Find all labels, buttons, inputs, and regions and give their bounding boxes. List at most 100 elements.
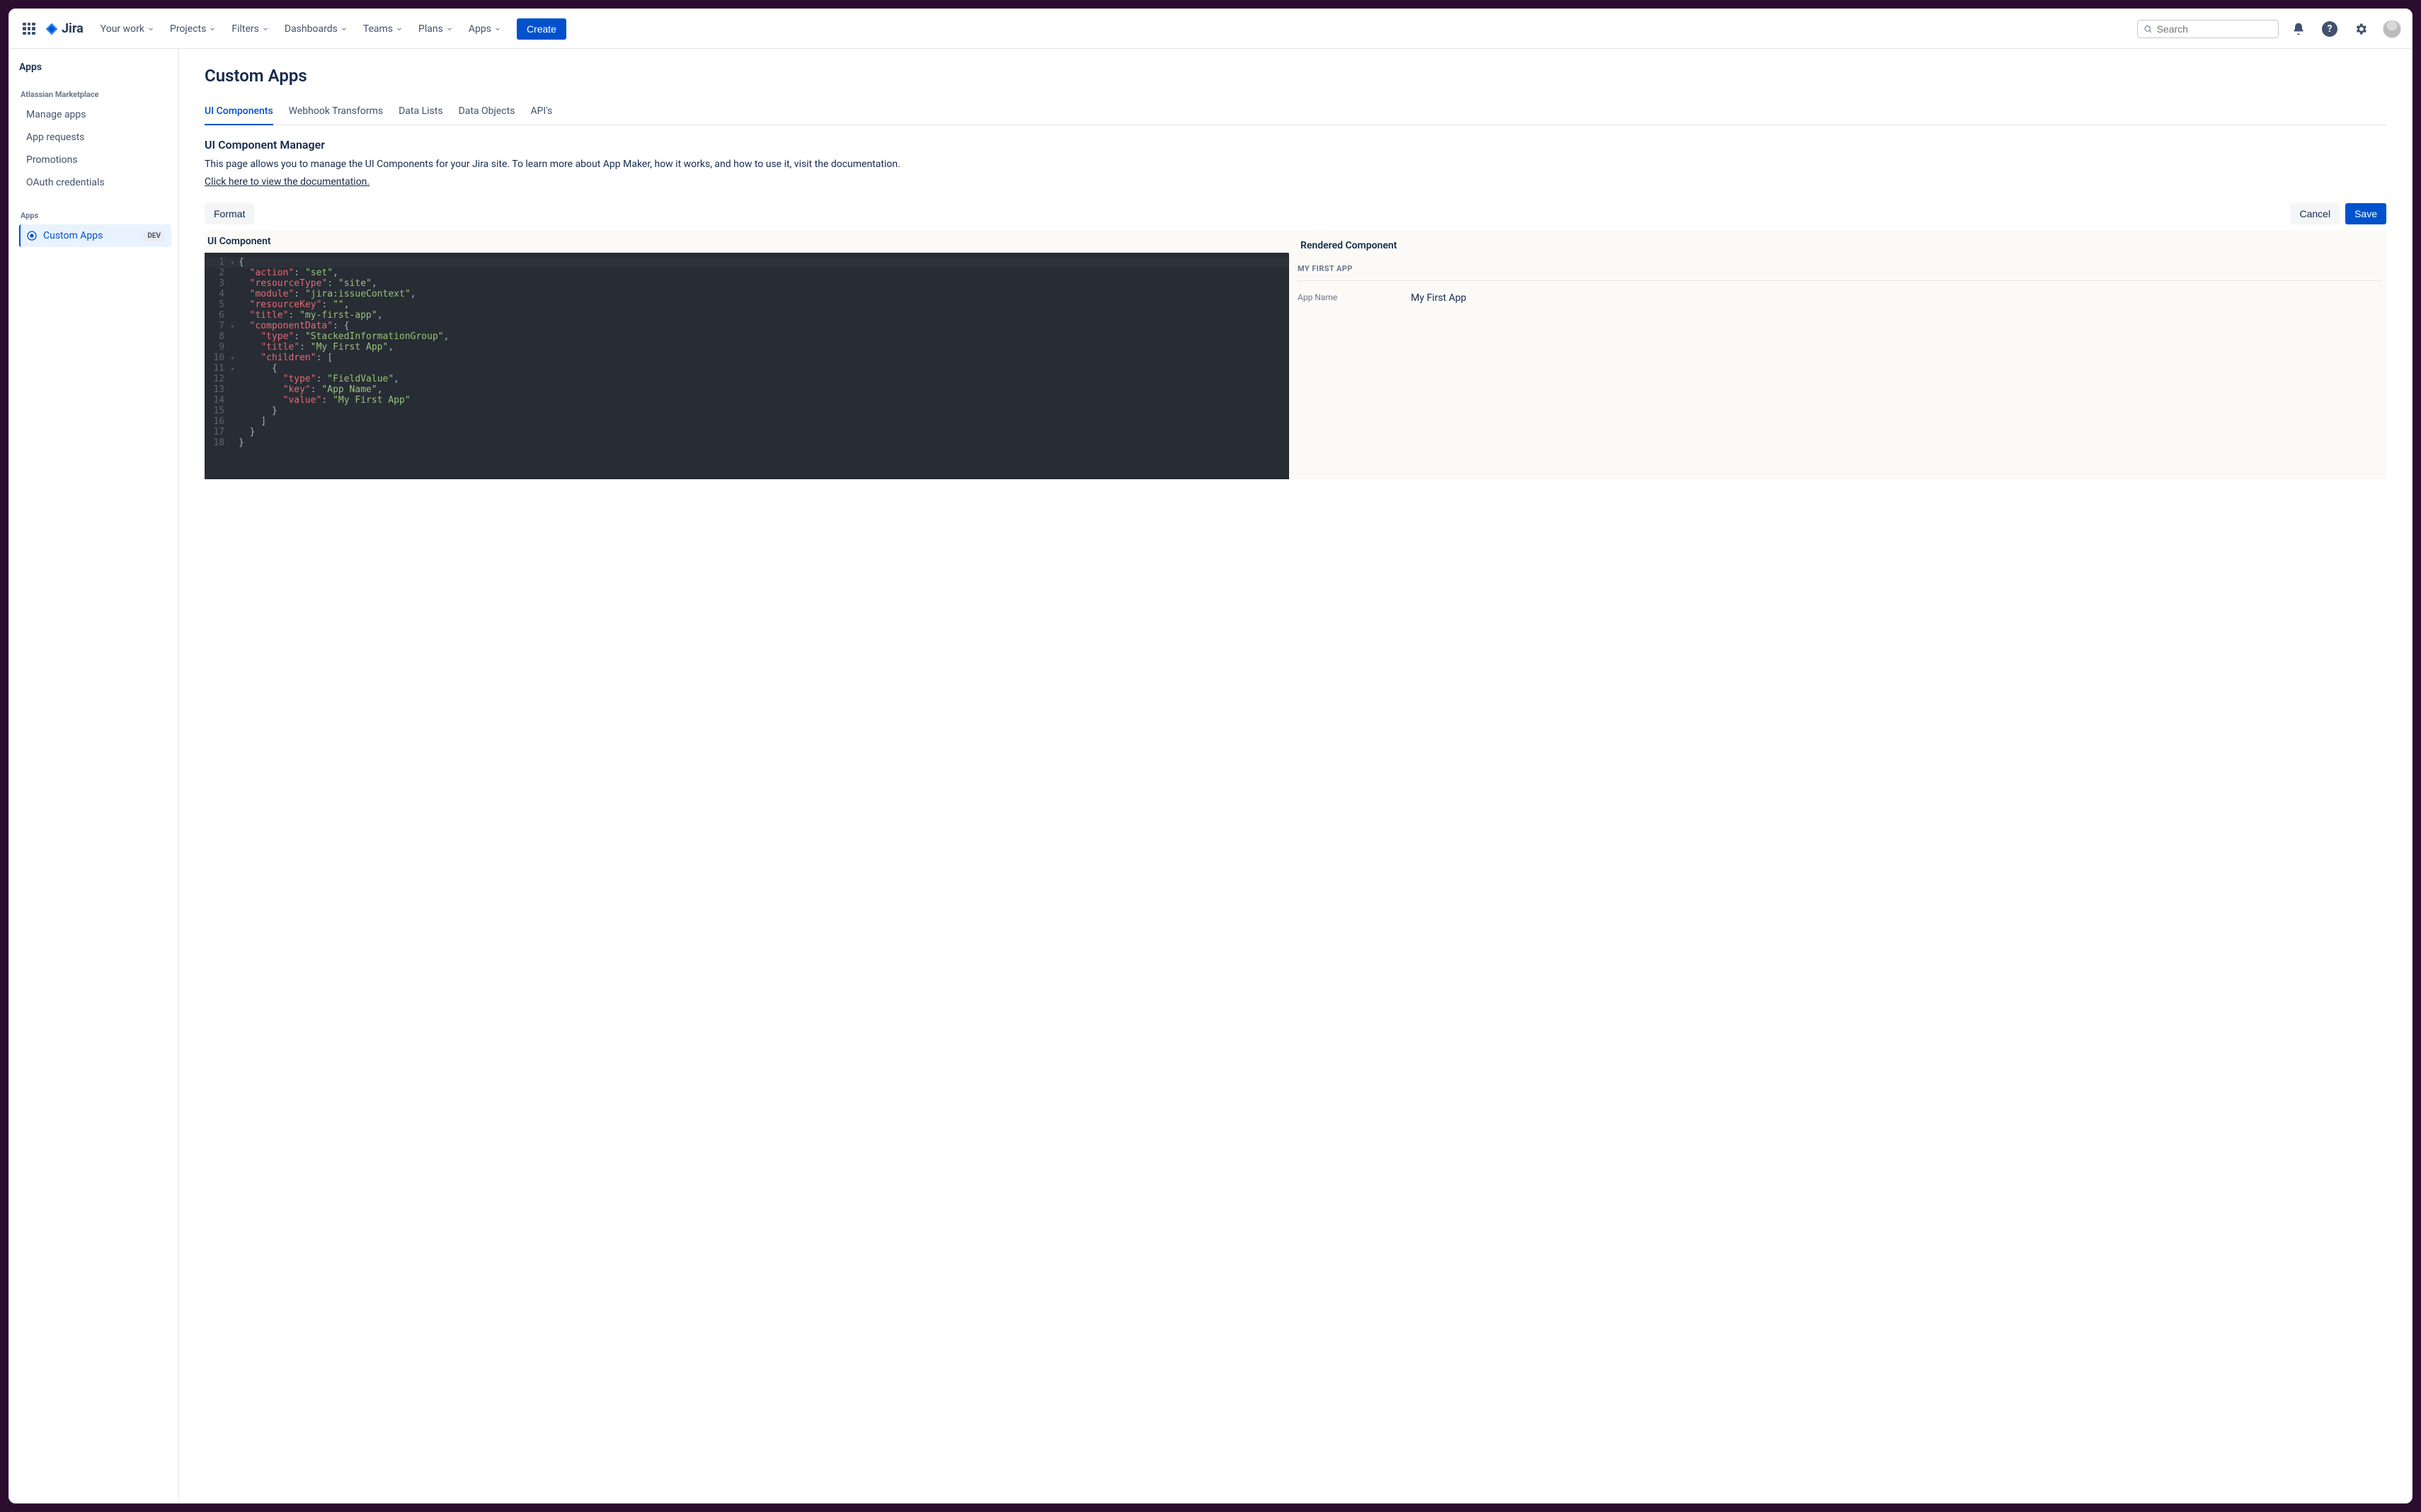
code-content: "componentData": {	[229, 321, 350, 331]
line-number: 14	[205, 395, 229, 406]
line-number: 7▾	[205, 321, 229, 331]
sidebar-item-promotions[interactable]: Promotions	[19, 149, 171, 171]
code-content: "resourceKey": "",	[229, 299, 350, 310]
tab-bar: UI Components Webhook Transforms Data List…	[205, 100, 2386, 125]
code-line[interactable]: 9 "title": "My First App",	[205, 342, 1289, 353]
sidebar-item-label: Custom Apps	[43, 230, 103, 241]
fold-icon[interactable]: ▾	[231, 323, 234, 331]
nav-item-label: Filters	[231, 23, 259, 35]
code-line[interactable]: 2 "action": "set",	[205, 268, 1289, 278]
app-switcher-icon[interactable]	[18, 18, 40, 40]
code-content: {	[229, 363, 277, 374]
code-line[interactable]: 5 "resourceKey": "",	[205, 299, 1289, 310]
rendered-field-row: App NameMy First App	[1298, 281, 2382, 315]
nav-item-filters[interactable]: Filters	[224, 19, 276, 39]
line-number: 15	[205, 406, 229, 416]
nav-item-label: Projects	[170, 23, 206, 35]
code-editor[interactable]: 1▾{2 "action": "set",3 "resourceType": "…	[205, 253, 1289, 479]
tab-webhook-transforms[interactable]: Webhook Transforms	[289, 100, 383, 125]
nav-item-your-work[interactable]: Your work	[93, 19, 161, 39]
nav-item-dashboards[interactable]: Dashboards	[277, 19, 355, 39]
chevron-down-icon	[494, 25, 501, 33]
code-line[interactable]: 6 "title": "my-first-app",	[205, 310, 1289, 321]
cancel-button[interactable]: Cancel	[2290, 203, 2340, 224]
search-input[interactable]	[2157, 23, 2272, 35]
line-number: 6	[205, 310, 229, 321]
editor-toolbar: Format Cancel Save	[205, 203, 2386, 224]
code-line[interactable]: 15 }	[205, 406, 1289, 416]
code-line[interactable]: 3 "resourceType": "site",	[205, 278, 1289, 289]
nav-item-label: Teams	[363, 23, 393, 35]
code-content: ]	[229, 416, 266, 427]
code-content: "type": "StackedInformationGroup",	[229, 331, 449, 342]
line-number: 1▾	[205, 257, 229, 268]
code-content: }	[229, 406, 277, 416]
code-content: "key": "App Name",	[229, 384, 383, 395]
nav-item-label: Apps	[469, 23, 491, 35]
code-line[interactable]: 18}	[205, 437, 1289, 448]
code-line[interactable]: 1▾{	[205, 257, 1289, 268]
tab-data-objects[interactable]: Data Objects	[459, 100, 515, 125]
chevron-down-icon	[340, 25, 348, 33]
tab-api-s[interactable]: API's	[530, 100, 552, 125]
documentation-link[interactable]: Click here to view the documentation.	[205, 176, 370, 188]
profile-avatar[interactable]	[2381, 18, 2403, 40]
code-line[interactable]: 12 "type": "FieldValue",	[205, 374, 1289, 384]
code-line[interactable]: 11▾ {	[205, 363, 1289, 374]
tab-data-lists[interactable]: Data Lists	[399, 100, 442, 125]
sidebar-heading: Apps	[19, 62, 171, 73]
help-icon[interactable]: ?	[2318, 18, 2341, 40]
save-button[interactable]: Save	[2345, 203, 2386, 224]
notifications-icon[interactable]	[2287, 18, 2310, 40]
line-number: 3	[205, 278, 229, 289]
code-line[interactable]: 7▾ "componentData": {	[205, 321, 1289, 331]
settings-icon[interactable]	[2350, 18, 2372, 40]
tab-ui-components[interactable]: UI Components	[205, 100, 273, 125]
intro-text: This page allows you to manage the UI Co…	[205, 159, 2386, 170]
code-line[interactable]: 10▾ "children": [	[205, 353, 1289, 363]
line-number: 8	[205, 331, 229, 342]
sidebar: Apps Atlassian Marketplace Manage appsAp…	[9, 49, 179, 1503]
top-nav-menu: Your work Projects Filters Dashboards Teams P…	[93, 19, 508, 39]
main-content: Custom Apps UI ComponentsWebhook Transfo…	[179, 49, 2412, 1503]
line-number: 16	[205, 416, 229, 427]
chevron-down-icon	[209, 25, 216, 33]
nav-item-label: Dashboards	[285, 23, 338, 35]
nav-item-label: Plans	[418, 23, 443, 35]
create-button[interactable]: Create	[517, 18, 566, 40]
fold-icon[interactable]: ▾	[231, 260, 234, 267]
sidebar-item-oauth-credentials[interactable]: OAuth credentials	[19, 171, 171, 194]
nav-item-plans[interactable]: Plans	[411, 19, 460, 39]
chevron-down-icon	[446, 25, 453, 33]
dev-badge: DEV	[144, 231, 164, 241]
code-content: }	[229, 437, 244, 448]
chevron-down-icon	[262, 25, 269, 33]
sidebar-item-app-requests[interactable]: App requests	[19, 126, 171, 149]
line-number: 12	[205, 374, 229, 384]
code-content: "type": "FieldValue",	[229, 374, 399, 384]
code-content: "resourceType": "site",	[229, 278, 377, 289]
code-line[interactable]: 4 "module": "jira:issueContext",	[205, 289, 1289, 299]
code-line[interactable]: 17 }	[205, 427, 1289, 437]
nav-item-apps[interactable]: Apps	[462, 19, 508, 39]
jira-logo[interactable]: Jira	[45, 21, 84, 36]
nav-item-projects[interactable]: Projects	[163, 19, 223, 39]
section-title: UI Component Manager	[205, 138, 2386, 151]
code-line[interactable]: 14 "value": "My First App"	[205, 395, 1289, 406]
sidebar-item-manage-apps[interactable]: Manage apps	[19, 103, 171, 126]
code-line[interactable]: 16 ]	[205, 416, 1289, 427]
code-line[interactable]: 13 "key": "App Name",	[205, 384, 1289, 395]
fold-icon[interactable]: ▾	[231, 366, 234, 373]
jira-logo-icon	[45, 22, 59, 36]
code-content: }	[229, 427, 255, 437]
sidebar-item-label: Promotions	[26, 154, 78, 166]
sidebar-item-custom-apps[interactable]: Custom Apps DEV	[19, 224, 171, 247]
global-search[interactable]	[2137, 20, 2279, 38]
line-number: 10▾	[205, 353, 229, 363]
fold-icon[interactable]: ▾	[231, 355, 234, 362]
code-line[interactable]: 8 "type": "StackedInformationGroup",	[205, 331, 1289, 342]
format-button[interactable]: Format	[205, 203, 254, 224]
nav-item-teams[interactable]: Teams	[356, 19, 410, 39]
top-nav: Jira Your work Projects Filters Dashboards T…	[9, 9, 2412, 49]
line-number: 2	[205, 268, 229, 278]
